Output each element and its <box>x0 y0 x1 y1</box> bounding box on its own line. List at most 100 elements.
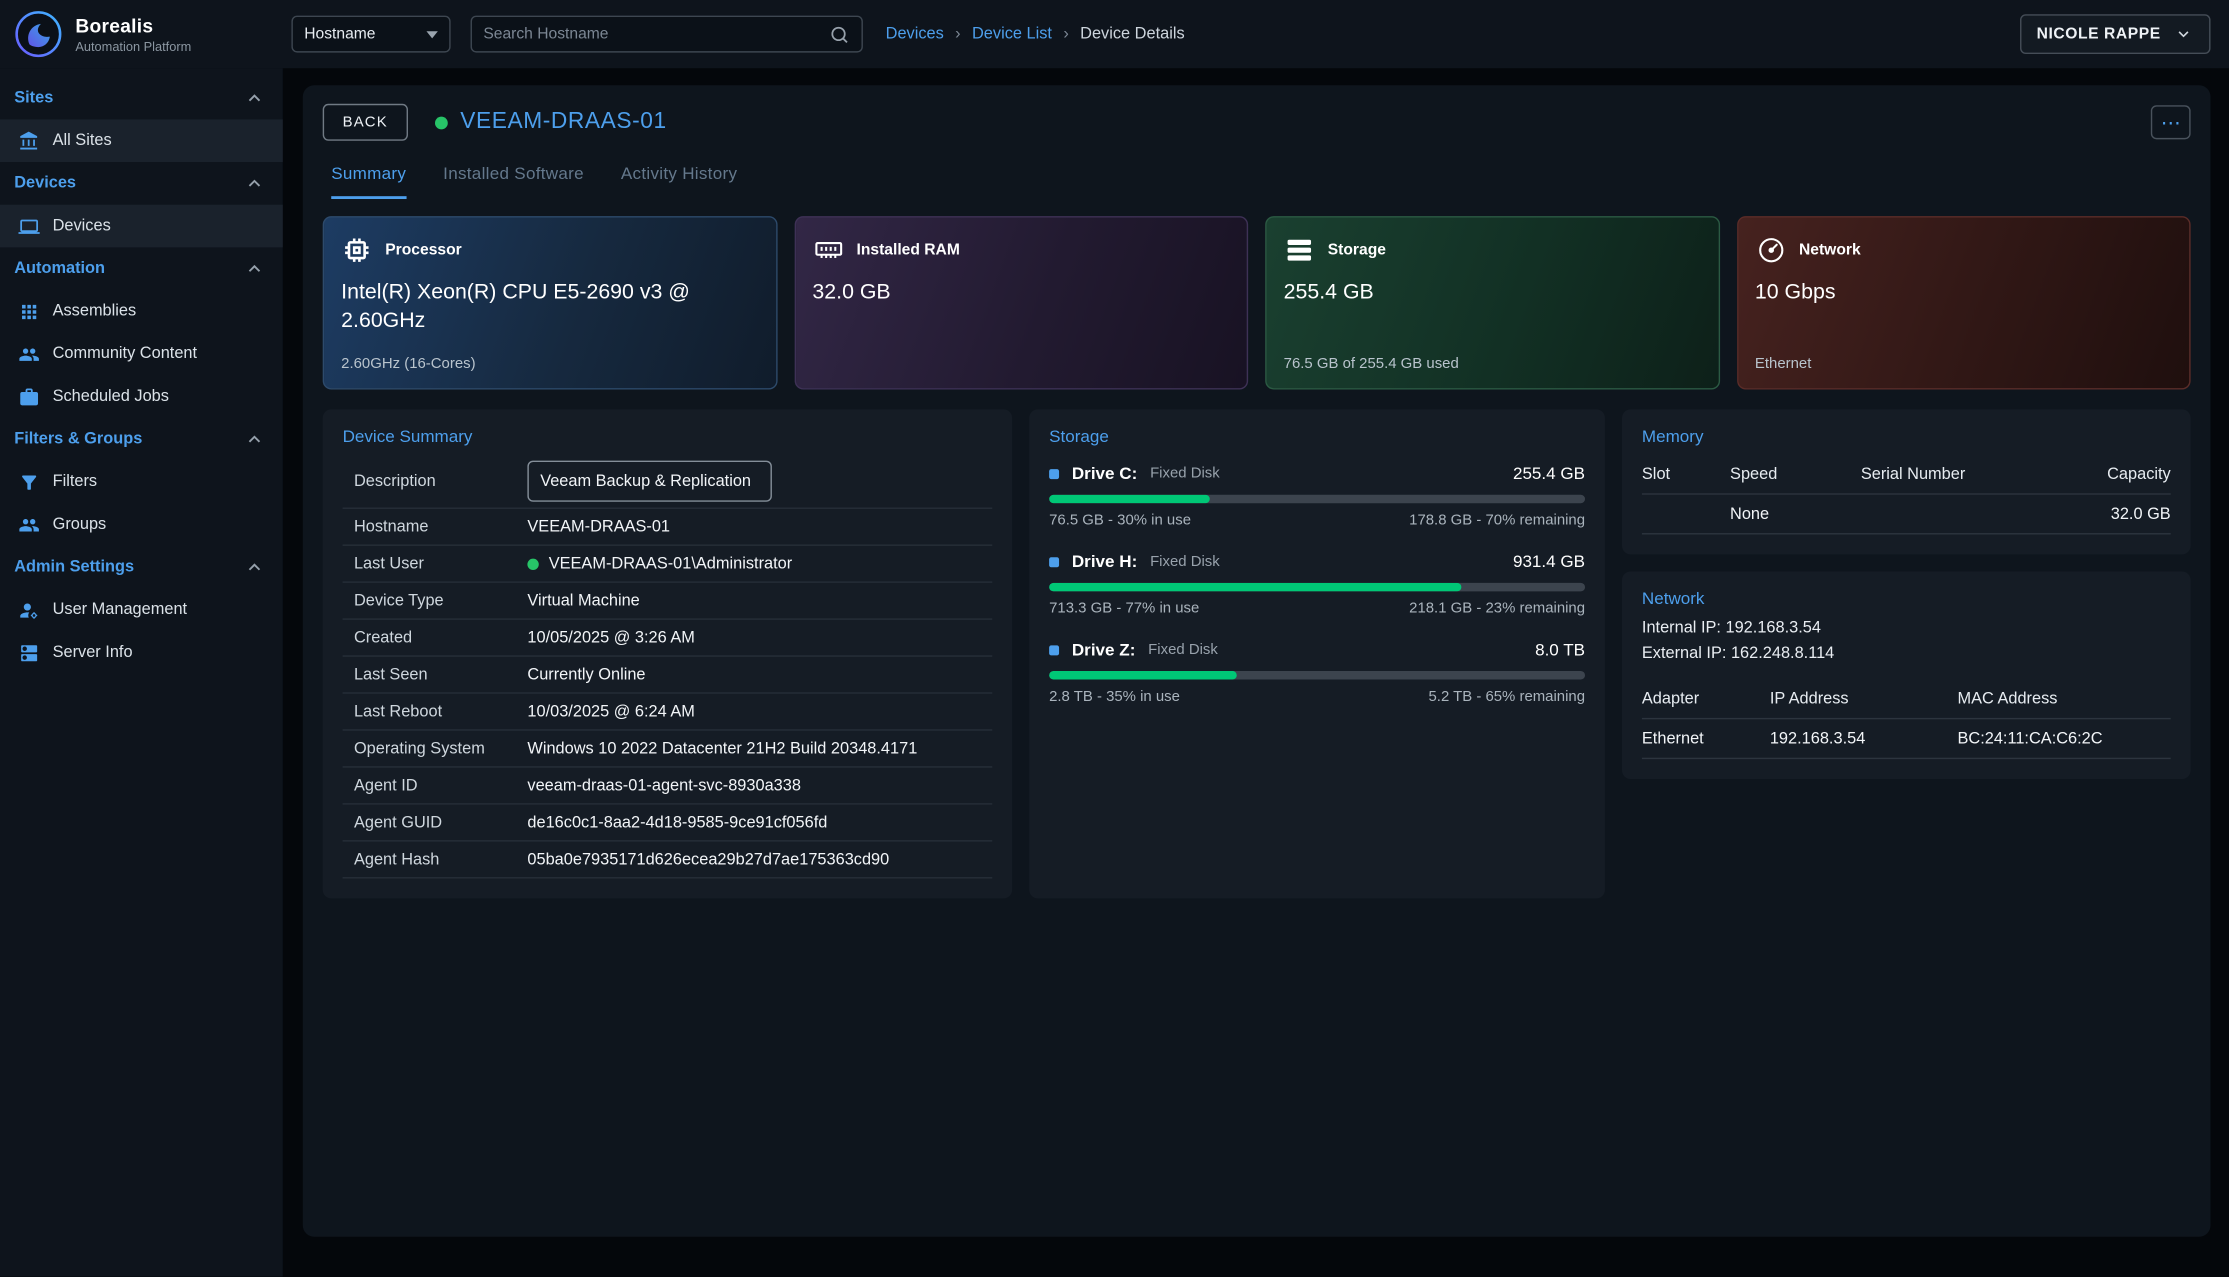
summary-row-operating-system: Operating System Windows 10 2022 Datacen… <box>343 731 993 768</box>
stat-card-value: 10 Gbps <box>1755 279 2172 308</box>
storage-stack-icon <box>1284 235 1315 266</box>
sidebar-item-filters[interactable]: Filters <box>0 461 283 504</box>
stat-card-subtitle: 2.60GHz (16-Cores) <box>341 355 758 373</box>
borealis-logo-icon <box>13 9 64 60</box>
chevron-up-icon <box>243 87 266 110</box>
briefcase-icon <box>18 386 39 407</box>
server-icon <box>18 642 39 663</box>
tab-summary[interactable]: Summary <box>331 163 406 199</box>
speed-gauge-icon <box>1755 235 1786 266</box>
sidebar-item-assemblies[interactable]: Assemblies <box>0 290 283 333</box>
chevron-up-icon <box>243 172 266 195</box>
summary-row-device-type: Device Type Virtual Machine <box>343 583 993 620</box>
sidebar-item-label: Server Info <box>53 644 133 661</box>
sidebar-section-devices[interactable]: Devices <box>0 162 283 205</box>
chevron-up-icon <box>243 428 266 451</box>
brand-subtitle: Automation Platform <box>75 39 191 53</box>
tab-installed-software[interactable]: Installed Software <box>443 163 584 199</box>
stat-card-processor: Processor Intel(R) Xeon(R) CPU E5-2690 v… <box>323 216 777 389</box>
description-input[interactable] <box>527 461 772 502</box>
brand: Borealis Automation Platform <box>0 9 283 60</box>
sidebar-item-scheduled-jobs[interactable]: Scheduled Jobs <box>0 375 283 418</box>
sidebar-item-label: Filters <box>53 473 98 490</box>
user-menu-button[interactable]: NICOLE RAPPE <box>2020 14 2211 54</box>
breadcrumb-devices[interactable]: Devices <box>886 26 944 43</box>
ram-icon <box>812 235 843 266</box>
summary-row-created: Created 10/05/2025 @ 3:26 AM <box>343 620 993 657</box>
summary-row-description: Description <box>343 455 993 509</box>
stat-card-title: Processor <box>385 242 461 259</box>
memory-card: Memory Slot Speed Serial Number Capacity… <box>1622 409 2191 554</box>
stat-card-subtitle: 76.5 GB of 255.4 GB used <box>1284 355 1701 373</box>
sidebar-section-automation[interactable]: Automation <box>0 247 283 290</box>
drive-bullet-icon <box>1049 557 1059 567</box>
sidebar-section-label: Sites <box>14 90 53 107</box>
stat-cards: Processor Intel(R) Xeon(R) CPU E5-2690 v… <box>323 216 2191 389</box>
sidebar-item-groups[interactable]: Groups <box>0 503 283 546</box>
chevron-up-icon <box>243 257 266 280</box>
internal-ip: Internal IP: 192.168.3.54 <box>1642 617 2171 642</box>
summary-row-last-reboot: Last Reboot 10/03/2025 @ 6:24 AM <box>343 694 993 731</box>
user-gear-icon <box>18 599 39 620</box>
stat-card-value: Intel(R) Xeon(R) CPU E5-2690 v3 @ 2.60GH… <box>341 279 758 337</box>
table-row: Ethernet 192.168.3.54 BC:24:11:CA:C6:2C <box>1642 719 2171 759</box>
card-title: Memory <box>1642 426 2171 446</box>
breadcrumb-device-details: Device Details <box>1080 26 1184 43</box>
online-status-dot <box>527 558 538 569</box>
top-bar: Borealis Automation Platform Hostname De… <box>0 0 2229 68</box>
cpu-icon <box>341 235 372 266</box>
brand-name: Borealis <box>75 15 191 36</box>
table-row: None 32.0 GB <box>1642 495 2171 535</box>
card-title: Network <box>1642 589 2171 609</box>
sidebar-section-sites[interactable]: Sites <box>0 77 283 120</box>
search-field-dropdown-value: Hostname <box>304 26 418 43</box>
summary-row-agent-guid: Agent GUID de16c0c1-8aa2-4d18-9585-9ce91… <box>343 805 993 842</box>
sidebar-item-server-info[interactable]: Server Info <box>0 631 283 674</box>
drive-usage-bar <box>1049 583 1585 592</box>
drive-bullet-icon <box>1049 468 1059 478</box>
user-menu-label: NICOLE RAPPE <box>2037 26 2161 43</box>
drive-used-label: 713.3 GB - 77% in use <box>1049 600 1199 617</box>
table-header-row: Slot Speed Serial Number Capacity <box>1642 455 2171 495</box>
online-status-dot <box>435 116 448 129</box>
table-header-row: Adapter IP Address MAC Address <box>1642 679 2171 719</box>
sidebar-item-all-sites[interactable]: All Sites <box>0 119 283 162</box>
card-title: Device Summary <box>343 426 993 446</box>
more-options-button[interactable]: ⋯ <box>2151 105 2191 139</box>
sidebar-item-label: User Management <box>53 601 187 618</box>
search-field-dropdown[interactable]: Hostname <box>291 16 450 53</box>
chevron-up-icon <box>243 556 266 579</box>
grid-icon <box>18 301 39 322</box>
card-title: Storage <box>1049 426 1585 446</box>
detail-grid: Device Summary Description Hostname VEEA… <box>323 409 2191 898</box>
sidebar-item-user-management[interactable]: User Management <box>0 589 283 632</box>
back-button[interactable]: BACK <box>323 104 408 141</box>
sidebar-section-label: Filters & Groups <box>14 431 142 448</box>
tab-activity-history[interactable]: Activity History <box>621 163 737 199</box>
sidebar: Sites All Sites Devices Devices Automati… <box>0 68 283 1276</box>
drive-row-c: Drive C: Fixed Disk 255.4 GB 76.5 GB - 3… <box>1049 463 1585 528</box>
main-content: BACK VEEAM-DRAAS-01 ⋯ Summary Installed … <box>283 68 2229 1276</box>
stat-card-value: 255.4 GB <box>1284 279 1701 308</box>
summary-row-agent-hash: Agent Hash 05ba0e7935171d626ecea29b27d7a… <box>343 842 993 879</box>
stat-card-title: Installed RAM <box>856 242 959 259</box>
sidebar-item-label: Devices <box>53 217 111 234</box>
stat-card-value: 32.0 GB <box>812 279 1229 308</box>
sidebar-section-filters-groups[interactable]: Filters & Groups <box>0 418 283 461</box>
drive-bullet-icon <box>1049 645 1059 655</box>
sidebar-item-label: Groups <box>53 516 107 533</box>
drive-row-z: Drive Z: Fixed Disk 8.0 TB 2.8 TB - 35% … <box>1049 640 1585 705</box>
stat-card-title: Storage <box>1328 242 1386 259</box>
search-input[interactable] <box>483 26 828 43</box>
drive-remaining-label: 218.1 GB - 23% remaining <box>1409 600 1585 617</box>
device-summary-card: Device Summary Description Hostname VEEA… <box>323 409 1012 898</box>
sidebar-item-label: Scheduled Jobs <box>53 388 169 405</box>
summary-row-hostname: Hostname VEEAM-DRAAS-01 <box>343 509 993 546</box>
tabs: Summary Installed Software Activity Hist… <box>323 163 2191 199</box>
sidebar-item-community-content[interactable]: Community Content <box>0 333 283 376</box>
breadcrumb-device-list[interactable]: Device List <box>972 26 1052 43</box>
people-icon <box>18 343 39 364</box>
sidebar-item-label: All Sites <box>53 132 112 149</box>
sidebar-item-devices[interactable]: Devices <box>0 205 283 248</box>
sidebar-section-admin-settings[interactable]: Admin Settings <box>0 546 283 589</box>
